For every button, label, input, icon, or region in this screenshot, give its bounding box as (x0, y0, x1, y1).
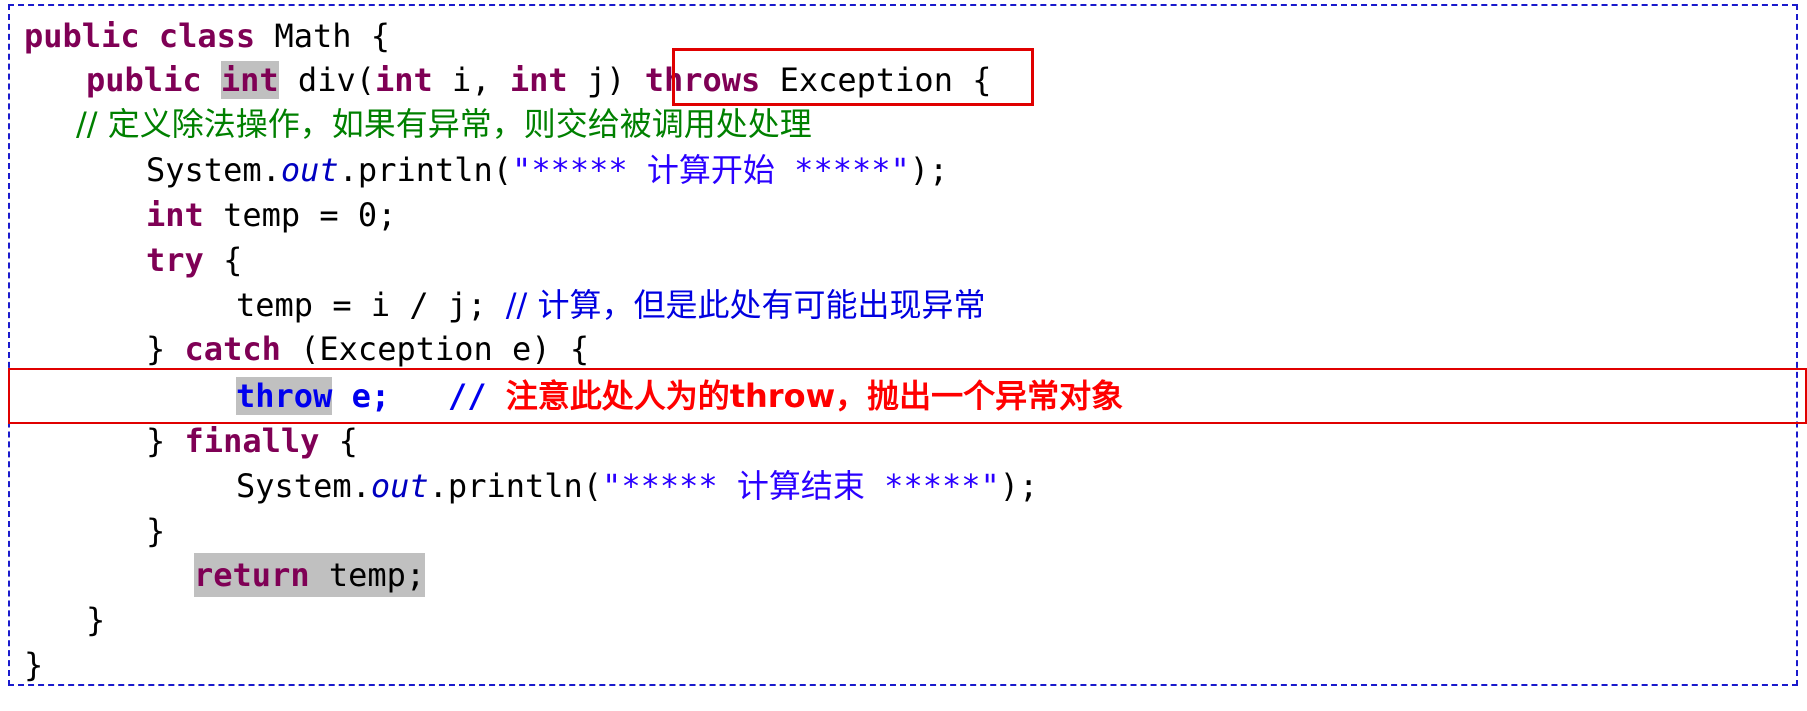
statement-end: ); (909, 151, 949, 189)
keyword-public: public (86, 61, 202, 99)
catch-clause: (Exception e) { (280, 330, 590, 368)
keyword-public-class: public class (24, 17, 256, 55)
code-line-13: return temp; (194, 553, 426, 597)
code-line-8: } catch (Exception e) { (146, 327, 589, 371)
string-calc-start: "***** 计算开始 *****" (512, 151, 910, 189)
println-call-2: .println( (428, 467, 603, 505)
code-line-15: } (24, 643, 43, 687)
try-brace: { (203, 241, 243, 279)
close-try-brace: } (146, 330, 185, 368)
field-out: out (280, 151, 339, 189)
keyword-finally: finally (184, 422, 320, 460)
system-class: System. (146, 151, 281, 189)
highlight-box-throws (672, 48, 1034, 106)
close-catch-brace: } (146, 422, 185, 460)
string-calc-end: "***** 计算结束 *****" (602, 467, 1000, 505)
system-class-2: System. (236, 467, 371, 505)
keyword-int-return-type: int (220, 61, 279, 99)
code-line-7: temp = i / j; // 计算，但是此处有可能出现异常 (236, 283, 985, 327)
keyword-return: return (194, 556, 310, 594)
keyword-catch: catch (184, 330, 281, 368)
code-line-14: } (86, 598, 105, 642)
temp-declaration: temp = 0; (203, 196, 397, 234)
keyword-int-param-j: int (509, 61, 568, 99)
return-highlight: return temp; (194, 553, 426, 597)
code-line-5: int temp = 0; (146, 193, 396, 237)
comment-division: // 计算，但是此处有可能出现异常 (505, 286, 986, 324)
comment-slashes: // (447, 377, 506, 415)
code-line-3: // 定义除法操作，如果有异常，则交给被调用处处理 (76, 102, 812, 146)
keyword-try: try (146, 241, 204, 279)
param-j: j) (567, 61, 645, 99)
close-finally-brace: } (146, 512, 166, 550)
method-name: div( (278, 61, 375, 99)
param-i: i, (432, 61, 510, 99)
comment-method-description: // 定义除法操作，如果有异常，则交给被调用处处理 (76, 105, 812, 143)
println-call: .println( (338, 151, 513, 189)
code-line-12: } (146, 509, 165, 553)
division-statement: temp = i / j; (236, 286, 506, 324)
field-out-2: out (370, 467, 429, 505)
return-value: temp; (309, 556, 426, 594)
code-line-1: public class Math { (24, 14, 390, 58)
keyword-int: int (146, 196, 204, 234)
keyword-int-param-i: int (374, 61, 433, 99)
code-line-11: System.out.println("***** 计算结束 *****"); (236, 464, 1038, 508)
close-method-brace: } (86, 601, 106, 639)
code-line-4: System.out.println("***** 计算开始 *****"); (146, 148, 948, 192)
class-declaration: Math { (255, 17, 391, 55)
keyword-throw: throw (236, 377, 333, 415)
code-line-9: throw e; // 注意此处人为的throw，抛出一个异常对象 (236, 374, 1123, 418)
code-line-10: } finally { (146, 419, 358, 463)
close-class-brace: } (24, 646, 44, 684)
comment-throw-note: 注意此处人为的throw，抛出一个异常对象 (505, 377, 1124, 415)
code-line-6: try { (146, 238, 242, 282)
finally-brace: { (319, 422, 358, 460)
throw-expression: e; (332, 377, 448, 415)
statement-end-2: ); (999, 467, 1039, 505)
